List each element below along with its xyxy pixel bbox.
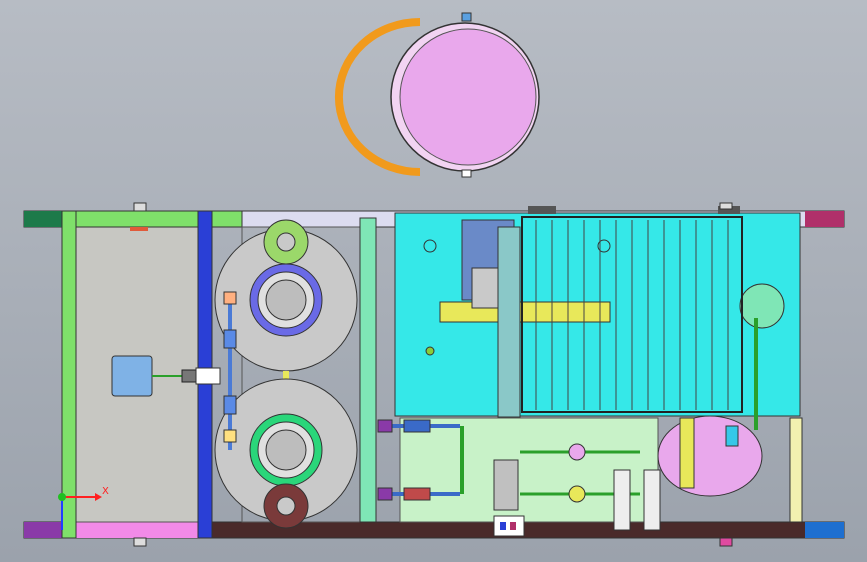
assembly-drawing — [23, 12, 845, 547]
upper-gauge[interactable] — [568, 443, 586, 461]
lower-hub — [265, 429, 307, 471]
left-green-top — [75, 210, 203, 228]
vertical-column — [497, 226, 521, 418]
pipe-top-fitting — [223, 291, 237, 305]
pipe-bottom-fitting — [223, 429, 237, 443]
filter-cartridge-2 — [643, 469, 661, 531]
x-axis-label: X — [102, 486, 109, 497]
center-pump[interactable] — [493, 459, 519, 511]
lower-inlet-fitting — [377, 487, 393, 501]
upper-green-cap-hole — [276, 232, 296, 252]
right-post — [789, 417, 803, 523]
lower-gauge[interactable] — [568, 485, 586, 503]
yellow-column — [679, 417, 695, 489]
frame-bottom-pink — [74, 522, 204, 538]
control-box[interactable] — [493, 515, 525, 537]
filter-green-rail — [359, 217, 377, 523]
vessel-body — [399, 28, 537, 166]
frame-top-left-end — [24, 211, 62, 227]
vessel-bottom-lug — [461, 169, 472, 178]
frame-bottom-right-end — [805, 522, 844, 538]
pink-vessel-lower — [657, 415, 763, 497]
cyan-tank[interactable] — [394, 202, 801, 430]
motor-connector — [195, 367, 221, 385]
control-box-button-2 — [510, 522, 516, 530]
left-red-marker — [130, 227, 148, 231]
frame-top-bolt — [133, 202, 147, 212]
tank-indicator — [425, 346, 435, 356]
lower-brown-cap-hole — [276, 496, 296, 516]
triad-origin — [58, 493, 66, 501]
upper-inlet-fitting — [377, 419, 393, 433]
left-panel[interactable] — [61, 210, 243, 539]
lower-inlet-valve[interactable] — [403, 487, 431, 501]
upper-hub — [265, 279, 307, 321]
pipe-fitting-1 — [223, 329, 237, 349]
filter-section[interactable] — [214, 217, 377, 529]
cad-viewport[interactable]: X — [0, 0, 867, 562]
pipe-fitting-2 — [223, 395, 237, 415]
frame-top-right-end — [805, 211, 844, 227]
tank-port-right — [739, 283, 785, 329]
frame-bottom-bolt — [133, 537, 147, 547]
chain-sprocket-left — [528, 206, 556, 214]
top-bolt-right — [719, 202, 733, 210]
filter-cartridge-1 — [613, 469, 631, 531]
top-vessel[interactable] — [334, 12, 540, 178]
frame-bottom-bolt-right — [719, 537, 733, 547]
upper-inlet-valve[interactable] — [403, 419, 431, 433]
control-box-button-1 — [500, 522, 506, 530]
pump-motor[interactable] — [111, 355, 153, 397]
vessel-top-lug — [461, 12, 472, 22]
vessel-sight-glass — [725, 425, 739, 447]
lower-plumbing[interactable] — [377, 415, 803, 537]
left-green-cap — [211, 210, 243, 228]
left-green-post — [61, 210, 77, 539]
motor-coupling — [181, 369, 197, 383]
